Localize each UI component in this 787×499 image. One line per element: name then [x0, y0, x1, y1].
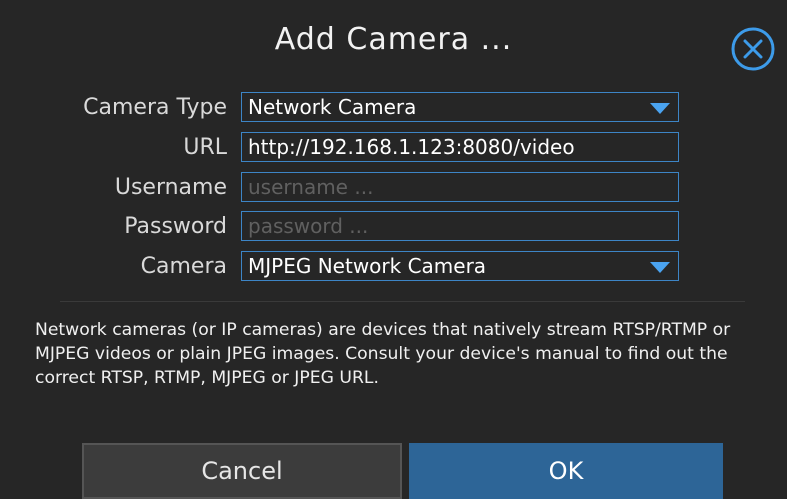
url-label: URL [183, 135, 227, 160]
password-input[interactable] [241, 211, 679, 241]
camera-type-row: Camera Type Network Camera [0, 92, 787, 124]
camera-row: Camera MJPEG Network Camera [0, 251, 787, 283]
url-row: URL [0, 132, 787, 164]
camera-type-label: Camera Type [83, 95, 227, 120]
ok-button[interactable]: OK [409, 443, 723, 499]
camera-select[interactable]: MJPEG Network Camera [241, 251, 679, 281]
password-row: Password [0, 211, 787, 243]
dropdown-arrow-icon [650, 262, 670, 273]
url-input[interactable] [241, 132, 679, 162]
camera-value: MJPEG Network Camera [248, 254, 487, 278]
divider [60, 301, 745, 302]
username-row: Username [0, 172, 787, 204]
username-input[interactable] [241, 172, 679, 202]
camera-type-select[interactable]: Network Camera [241, 92, 679, 122]
cancel-button[interactable]: Cancel [82, 443, 402, 499]
close-circle-icon [731, 27, 775, 71]
password-label: Password [124, 214, 227, 239]
camera-label: Camera [140, 254, 227, 279]
add-camera-dialog: Add Camera ... Camera Type Network Camer… [0, 0, 787, 499]
close-button[interactable] [730, 26, 776, 72]
username-label: Username [114, 175, 227, 200]
camera-type-value: Network Camera [248, 95, 417, 119]
dropdown-arrow-icon [650, 103, 670, 114]
dialog-title: Add Camera ... [274, 22, 513, 57]
description-text: Network cameras (or IP cameras) are devi… [35, 320, 731, 388]
